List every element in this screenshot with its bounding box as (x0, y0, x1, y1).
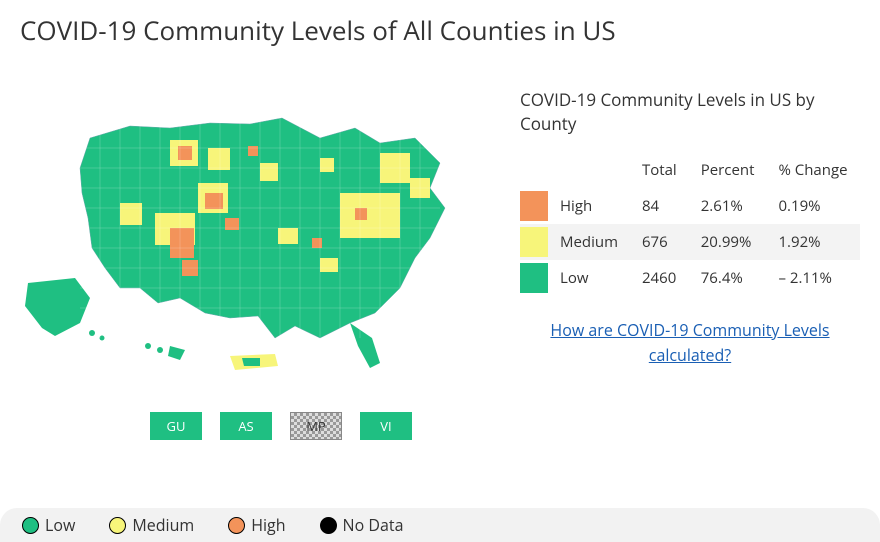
table-row: Medium 676 20.99% 1.92% (520, 224, 860, 260)
legend-label: Medium (132, 514, 194, 536)
legend-item-nodata: No Data (320, 514, 404, 536)
swatch-medium-icon (520, 227, 548, 257)
level-change: – 2.11% (766, 260, 859, 296)
us-county-map[interactable] (20, 88, 480, 388)
level-label: High (548, 188, 630, 224)
dot-medium-icon (109, 517, 126, 534)
dot-nodata-icon (320, 517, 337, 534)
level-change: 0.19% (766, 188, 859, 224)
dot-high-icon (228, 517, 245, 534)
dot-low-icon (22, 517, 39, 534)
table-row: Low 2460 76.4% – 2.11% (520, 260, 860, 296)
col-change: % Change (766, 156, 859, 188)
table-row: High 84 2.61% 0.19% (520, 188, 860, 224)
territory-mp[interactable]: MP (290, 412, 342, 440)
page-title: COVID-19 Community Levels of All Countie… (20, 12, 860, 48)
level-total: 84 (630, 188, 689, 224)
legend-item-medium: Medium (109, 514, 194, 536)
table-header-row: Total Percent % Change (520, 156, 860, 188)
swatch-high-icon (520, 191, 548, 221)
level-percent: 2.61% (689, 188, 767, 224)
legend-item-high: High (228, 514, 285, 536)
col-total: Total (630, 156, 689, 188)
level-total: 2460 (630, 260, 689, 296)
level-total: 676 (630, 224, 689, 260)
levels-table: Total Percent % Change High 84 2.61% 0.1… (520, 156, 860, 296)
calculation-link[interactable]: How are COVID-19 Community Levels calcul… (520, 318, 860, 369)
side-title: COVID-19 Community Levels in US by Count… (520, 88, 860, 136)
legend-label: High (251, 514, 285, 536)
level-percent: 76.4% (689, 260, 767, 296)
legend-label: Low (45, 514, 75, 536)
territory-gu[interactable]: GU (150, 412, 202, 440)
legend-item-low: Low (22, 514, 75, 536)
territory-row: GU AS MP VI (150, 412, 500, 440)
col-percent: Percent (689, 156, 767, 188)
level-label: Medium (548, 224, 630, 260)
swatch-low-icon (520, 263, 548, 293)
territory-vi[interactable]: VI (360, 412, 412, 440)
level-percent: 20.99% (689, 224, 767, 260)
territory-as[interactable]: AS (220, 412, 272, 440)
level-change: 1.92% (766, 224, 859, 260)
legend-bar: Low Medium High No Data (0, 508, 880, 542)
legend-label: No Data (343, 514, 404, 536)
level-label: Low (548, 260, 630, 296)
